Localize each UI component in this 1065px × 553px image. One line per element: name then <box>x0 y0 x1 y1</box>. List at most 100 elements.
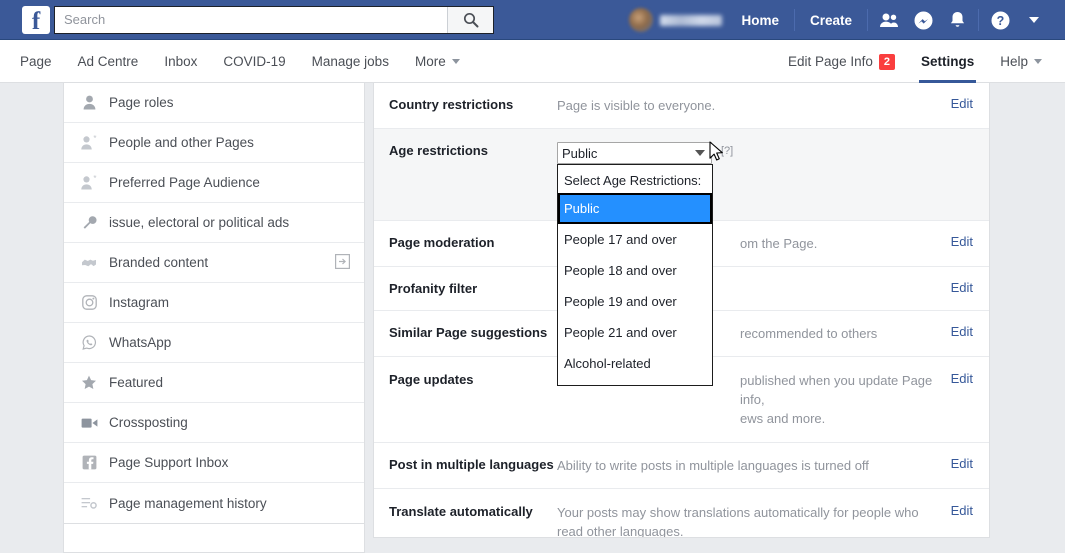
nav-more[interactable]: More <box>402 40 473 83</box>
facebook-logo-letter: f <box>31 8 41 34</box>
page-nav-left: Page Ad Centre Inbox COVID-19 Manage job… <box>0 40 473 83</box>
home-link[interactable]: Home <box>730 13 790 28</box>
facebook-top-bar: f Home Create <box>0 0 1065 40</box>
edit-link[interactable]: Edit <box>941 456 973 471</box>
svg-text:*: * <box>93 135 96 143</box>
search-icon[interactable] <box>447 6 493 33</box>
nav-settings[interactable]: Settings <box>908 40 987 83</box>
create-link[interactable]: Create <box>799 13 863 28</box>
nav-settings-label: Settings <box>920 54 975 69</box>
person-star-icon: * <box>78 173 100 193</box>
account-menu-caret-icon[interactable] <box>1017 5 1051 35</box>
sidebar-item-label: Branded content <box>109 255 209 270</box>
dropdown-option-public[interactable]: Public <box>558 193 712 224</box>
nav-manage-jobs-label: Manage jobs <box>311 54 389 69</box>
edit-link[interactable]: Edit <box>941 96 973 111</box>
dropdown-option-alcohol-related[interactable]: Alcohol-related <box>558 348 712 379</box>
facebook-logo[interactable]: f <box>22 5 50 34</box>
handshake-icon <box>78 253 100 273</box>
sidebar-item-label: Page management history <box>109 495 267 511</box>
row-title: Similar Page suggestions <box>389 325 548 340</box>
sidebar-item-people-and-other-pages[interactable]: * People and other Pages <box>64 123 364 163</box>
notifications-icon[interactable] <box>940 5 974 35</box>
person-star-icon: * <box>78 133 100 153</box>
age-restrictions-dropdown[interactable]: Select Age Restrictions: Public People 1… <box>557 164 713 386</box>
external-link-icon[interactable] <box>335 253 351 272</box>
wrench-icon <box>78 213 100 233</box>
nav-inbox-label: Inbox <box>164 54 198 69</box>
sidebar-item-whatsapp[interactable]: WhatsApp <box>64 323 364 363</box>
nav-divider <box>793 9 795 31</box>
edit-link[interactable]: Edit <box>941 280 973 295</box>
edit-link[interactable]: Edit <box>941 371 973 386</box>
help-marker[interactable]: [?] <box>721 145 733 157</box>
nav-covid-19-label: COVID-19 <box>223 54 286 69</box>
nav-divider <box>867 9 868 31</box>
sidebar-secondary-panel <box>63 523 365 553</box>
page-nav-bar: Page Ad Centre Inbox COVID-19 Manage job… <box>0 40 1065 83</box>
sidebar-item-featured[interactable]: Featured <box>64 363 364 403</box>
row-title: Translate automatically <box>389 504 533 519</box>
instagram-icon <box>78 293 100 313</box>
video-camera-icon <box>78 413 100 433</box>
settings-row-translate-automatically: Translate automatically Your posts may s… <box>374 489 989 537</box>
sidebar-item-page-support-inbox[interactable]: Page Support Inbox <box>64 443 364 483</box>
row-title: Page moderation <box>389 235 495 250</box>
nav-help[interactable]: Help <box>987 40 1055 83</box>
nav-edit-page-info-label: Edit Page Info <box>788 54 873 69</box>
friend-requests-icon[interactable] <box>872 5 906 35</box>
search-bar[interactable] <box>54 5 494 34</box>
nav-divider <box>978 9 979 31</box>
sidebar-item-branded-content[interactable]: Branded content <box>64 243 364 283</box>
history-gear-icon <box>78 493 100 513</box>
dropdown-option-19-and-over[interactable]: People 19 and over <box>558 286 712 317</box>
svg-text:*: * <box>93 175 96 183</box>
sidebar-item-label: People and other Pages <box>109 135 254 150</box>
nav-page-label: Page <box>20 54 52 69</box>
facebook-square-icon <box>78 453 100 473</box>
sidebar-item-label: issue, electoral or political ads <box>109 215 290 230</box>
row-title: Profanity filter <box>389 281 478 296</box>
nav-more-label: More <box>414 54 446 69</box>
age-restrictions-select[interactable]: Public <box>557 142 712 164</box>
search-input[interactable] <box>55 6 447 33</box>
row-title: Page updates <box>389 372 474 387</box>
sidebar-item-page-management-history[interactable]: Page management history <box>64 483 364 523</box>
settings-sidebar: Page roles * People and other Pages * Pr… <box>63 83 365 524</box>
dropdown-header: Select Age Restrictions: <box>564 173 702 188</box>
row-title: Age restrictions <box>389 143 488 158</box>
settings-row-country-restrictions: Country restrictions Page is visible to … <box>374 83 989 129</box>
nav-edit-page-info[interactable]: Edit Page Info 2 <box>775 40 908 83</box>
messenger-icon[interactable] <box>906 5 940 35</box>
sidebar-item-page-roles[interactable]: Page roles <box>64 83 364 123</box>
sidebar-item-label: Instagram <box>109 295 170 310</box>
nav-inbox[interactable]: Inbox <box>151 40 210 83</box>
dropdown-option-21-and-over[interactable]: People 21 and over <box>558 317 712 348</box>
nav-help-label: Help <box>1000 54 1028 69</box>
settings-row-post-in-multiple-languages: Post in multiple languages Ability to wr… <box>374 443 989 489</box>
nav-page[interactable]: Page <box>7 40 65 83</box>
sidebar-item-label: Page roles <box>109 95 174 110</box>
top-right-nav: Home Create ? <box>621 0 1051 40</box>
sidebar-item-preferred-page-audience[interactable]: * Preferred Page Audience <box>64 163 364 203</box>
dropdown-option-18-and-over[interactable]: People 18 and over <box>558 255 712 286</box>
help-icon[interactable]: ? <box>983 5 1017 35</box>
star-icon <box>78 373 100 393</box>
chevron-down-icon <box>1034 59 1042 64</box>
sidebar-item-crossposting[interactable]: Crossposting <box>64 403 364 443</box>
settings-row-age-restrictions: Age restrictions Public Select Age Restr… <box>374 129 989 386</box>
edit-link[interactable]: Edit <box>941 324 973 339</box>
sidebar-item-issue-electoral-political-ads[interactable]: issue, electoral or political ads <box>64 203 364 243</box>
dropdown-option-17-and-over[interactable]: People 17 and over <box>558 224 712 255</box>
nav-manage-jobs[interactable]: Manage jobs <box>299 40 402 83</box>
settings-main-panel: Country restrictions Page is visible to … <box>373 83 990 538</box>
edit-link[interactable]: Edit <box>941 503 973 518</box>
profile-name-redacted <box>660 14 723 26</box>
page-nav-right: Edit Page Info 2 Settings Help <box>775 40 1055 83</box>
sidebar-item-instagram[interactable]: Instagram <box>64 283 364 323</box>
nav-ad-centre[interactable]: Ad Centre <box>65 40 152 83</box>
nav-covid-19[interactable]: COVID-19 <box>210 40 298 83</box>
profile-chip[interactable] <box>621 8 730 32</box>
row-title: Post in multiple languages <box>389 457 554 472</box>
edit-link[interactable]: Edit <box>941 234 973 249</box>
